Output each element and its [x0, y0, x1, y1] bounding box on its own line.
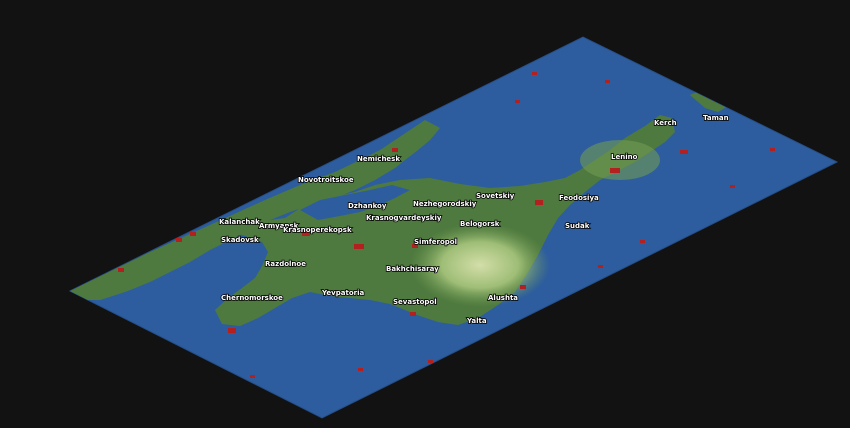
- town-label-nemichesk[interactable]: Nemichesk: [356, 154, 401, 164]
- industry-marker[interactable]: [118, 268, 124, 272]
- town-label-sudak[interactable]: Sudak: [564, 221, 590, 231]
- oil-rig-marker[interactable]: [428, 360, 433, 363]
- town-label-chernomorskoe[interactable]: Chernomorskoe: [220, 293, 284, 303]
- industry-marker[interactable]: [176, 238, 182, 242]
- isometric-map[interactable]: Kerch Taman Lenino Nemichesk Novotroitsk…: [0, 0, 850, 428]
- town-label-sovetskiy[interactable]: Sovetskiy: [475, 191, 515, 201]
- industry-marker[interactable]: [354, 244, 364, 249]
- game-viewport[interactable]: Kerch Taman Lenino Nemichesk Novotroitsk…: [0, 0, 850, 428]
- town-label-lenino[interactable]: Lenino: [610, 152, 638, 162]
- oil-rig-marker[interactable]: [605, 80, 610, 83]
- industry-marker[interactable]: [680, 150, 688, 154]
- town-label-alushta[interactable]: Alushta: [487, 293, 519, 303]
- town-label-kalanchak[interactable]: Kalanchak: [218, 217, 261, 227]
- town-label-dzhankoy[interactable]: Dzhankoy: [347, 201, 387, 211]
- industry-marker[interactable]: [190, 232, 196, 236]
- town-label-skadovsk[interactable]: Skadovsk: [220, 235, 260, 245]
- oil-rig-marker[interactable]: [358, 368, 363, 371]
- industry-marker[interactable]: [228, 328, 236, 333]
- town-label-nezhegorodskiy[interactable]: Nezhegorodskiy: [412, 199, 477, 209]
- town-label-novotroitskoe[interactable]: Novotroitskoe: [297, 175, 354, 185]
- oil-rig-marker[interactable]: [730, 185, 735, 188]
- oil-rig-marker[interactable]: [598, 265, 603, 268]
- oil-rig-marker[interactable]: [770, 148, 775, 151]
- town-label-yevpatoria[interactable]: Yevpatoria: [320, 288, 365, 298]
- town-label-razdolnoe[interactable]: Razdolnoe: [264, 259, 307, 269]
- industry-marker[interactable]: [392, 148, 398, 152]
- town-label-yalta[interactable]: Yalta: [465, 316, 487, 326]
- oil-rig-marker[interactable]: [250, 375, 255, 378]
- industry-marker[interactable]: [610, 168, 620, 173]
- town-label-feodosiya[interactable]: Feodosiya: [558, 193, 600, 203]
- town-label-sevastopol[interactable]: Sevastopol: [392, 297, 437, 307]
- town-label-krasnoperekopsk[interactable]: Krasnoperekopsk: [282, 225, 353, 235]
- oil-rig-marker[interactable]: [640, 240, 645, 243]
- town-label-bakhchisaray[interactable]: Bakhchisaray: [385, 264, 440, 274]
- oil-rig-marker[interactable]: [532, 72, 537, 75]
- town-label-kerch[interactable]: Kerch: [653, 118, 677, 128]
- town-label-belogorsk[interactable]: Belogorsk: [459, 219, 500, 229]
- industry-marker[interactable]: [410, 312, 416, 316]
- industry-marker[interactable]: [520, 285, 526, 289]
- oil-rig-marker[interactable]: [515, 100, 520, 103]
- town-label-simferopol[interactable]: Simferopol: [413, 237, 458, 247]
- town-label-taman[interactable]: Taman: [702, 113, 729, 123]
- industry-marker[interactable]: [535, 200, 543, 205]
- town-label-krasnogvardeyskiy[interactable]: Krasnogvardeyskiy: [365, 213, 442, 223]
